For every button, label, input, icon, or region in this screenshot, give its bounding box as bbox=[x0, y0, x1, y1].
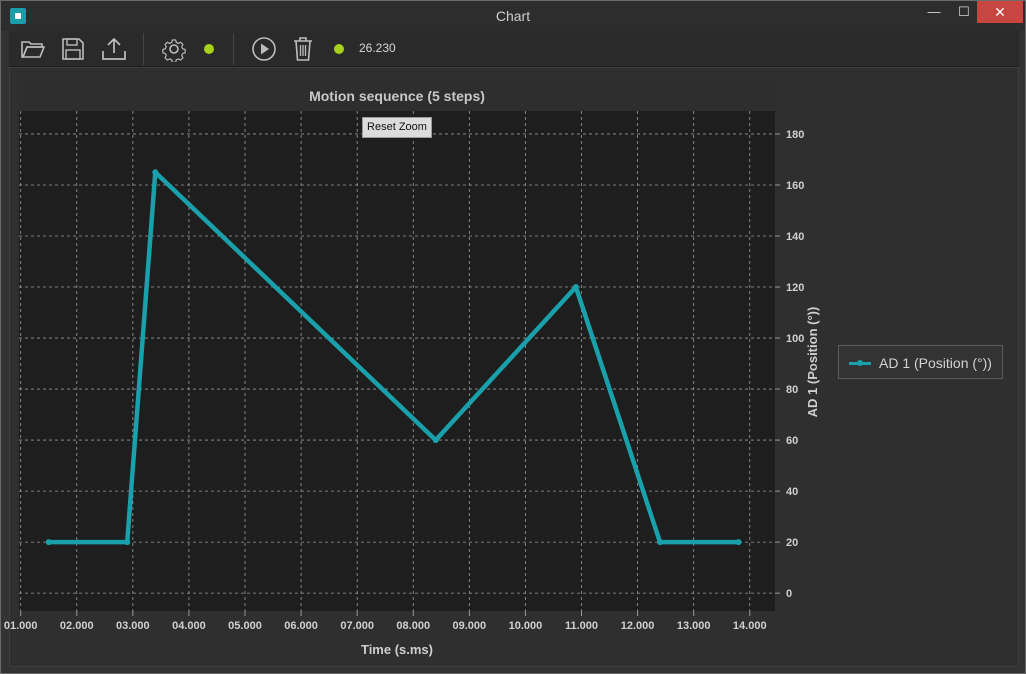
data-point bbox=[124, 539, 131, 546]
y-tick-label: 120 bbox=[786, 282, 804, 294]
x-tick-label: 02.000 bbox=[60, 620, 94, 632]
y-tick-label: 60 bbox=[786, 435, 798, 447]
y-axis-ticks: 0 20 40 60 80 100 120 140 160 180 bbox=[775, 129, 804, 600]
y-tick-label: 180 bbox=[786, 129, 804, 141]
y-tick-label: 0 bbox=[786, 588, 792, 600]
x-axis-ticks: 01.000 02.000 03.000 04.000 05.000 06.000 07.0… bbox=[4, 611, 767, 632]
data-point bbox=[735, 539, 742, 546]
x-tick-label: 14.000 bbox=[733, 620, 767, 632]
chart-legend[interactable]: AD 1 (Position (°)) bbox=[838, 345, 1003, 379]
x-tick-label: 13.000 bbox=[677, 620, 711, 632]
data-point bbox=[45, 539, 52, 546]
data-point bbox=[152, 169, 159, 176]
x-tick-label: 04.000 bbox=[172, 620, 206, 632]
chart-window: Chart — ☐ ✕ 26.230 0 20 40 60 80 100 120… bbox=[0, 0, 1026, 674]
x-tick-label: 10.000 bbox=[509, 620, 543, 632]
x-tick-label: 03.000 bbox=[116, 620, 150, 632]
x-tick-label: 09.000 bbox=[453, 620, 487, 632]
legend-label: AD 1 (Position (°)) bbox=[879, 355, 992, 371]
y-tick-label: 140 bbox=[786, 231, 804, 243]
x-tick-label: 05.000 bbox=[228, 620, 262, 632]
y-tick-label: 100 bbox=[786, 333, 804, 345]
reset-zoom-button[interactable]: Reset Zoom bbox=[362, 117, 432, 138]
x-tick-label: 06.000 bbox=[284, 620, 318, 632]
chart-title: Motion sequence (5 steps) bbox=[309, 88, 485, 104]
plot-area[interactable] bbox=[19, 111, 775, 611]
x-tick-label: 08.000 bbox=[396, 620, 430, 632]
data-point bbox=[572, 284, 579, 291]
y-tick-label: 80 bbox=[786, 384, 798, 396]
data-point bbox=[657, 539, 664, 546]
line-chart[interactable]: 0 20 40 60 80 100 120 140 160 180 01.000 02.000 03.… bbox=[1, 1, 1025, 673]
y-tick-label: 160 bbox=[786, 180, 804, 192]
x-tick-label: 12.000 bbox=[621, 620, 655, 632]
x-tick-label: 01.000 bbox=[4, 620, 38, 632]
y-tick-label: 20 bbox=[786, 537, 798, 549]
x-axis-label: Time (s.ms) bbox=[361, 642, 433, 657]
legend-swatch bbox=[849, 360, 871, 366]
y-axis-label: AD 1 (Position (°)) bbox=[805, 307, 820, 418]
data-point bbox=[432, 437, 439, 444]
x-tick-label: 11.000 bbox=[565, 620, 598, 632]
x-tick-label: 07.000 bbox=[340, 620, 374, 632]
y-tick-label: 40 bbox=[786, 486, 798, 498]
